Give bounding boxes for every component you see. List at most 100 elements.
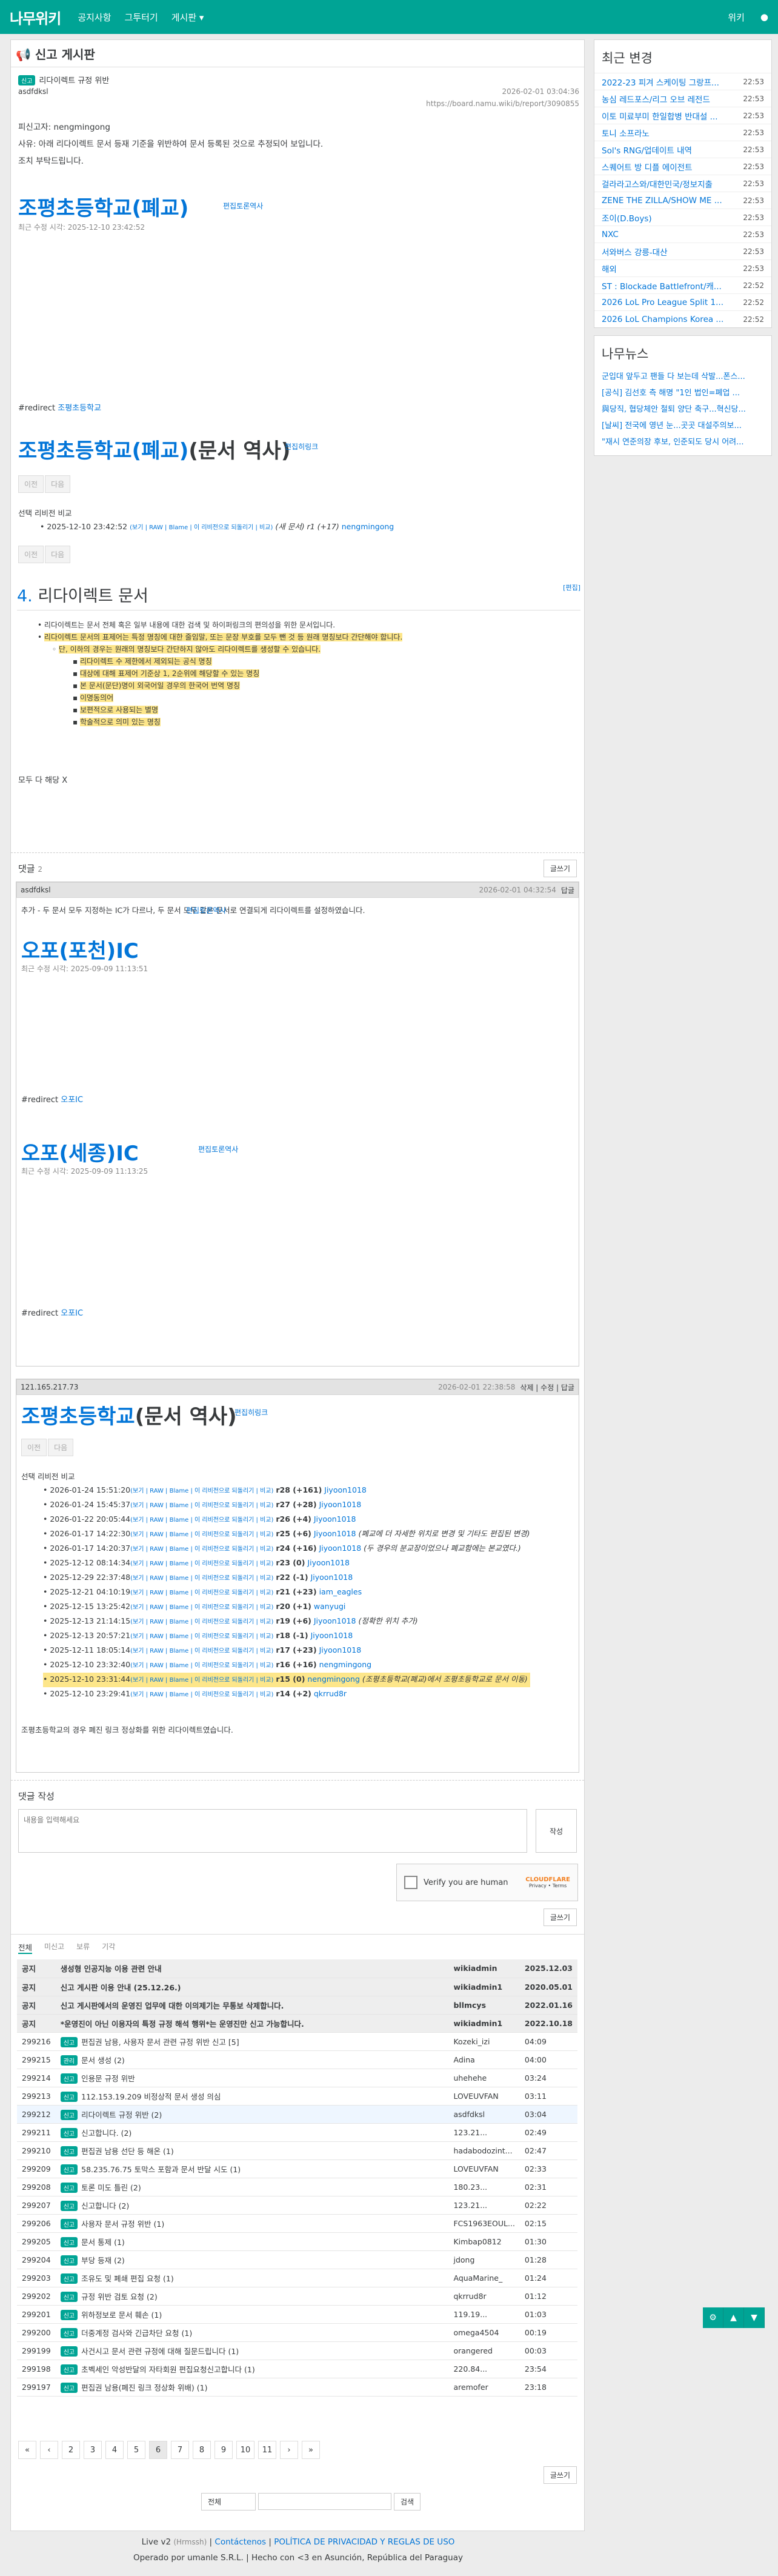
c1-doc1-title[interactable]: 오포(포천)IC [21, 934, 139, 964]
post-title[interactable]: 조유도 및 폐쇄 편집 요청 (1) [81, 2274, 174, 2283]
revision-user[interactable]: Jiyoon1018 [314, 1514, 356, 1524]
page-button[interactable]: 9 [214, 2441, 233, 2459]
page-button[interactable]: › [280, 2441, 298, 2459]
recent-change-link[interactable]: 조이(D.Boys) [602, 212, 734, 224]
user-icon[interactable]: ● [760, 12, 768, 22]
revision-user[interactable]: Jiyoon1018 [311, 1631, 353, 1640]
post-title-cell[interactable]: 신고 부당 등재 (2) [55, 2250, 449, 2269]
post-title-cell[interactable]: 신고 112.153.19.209 비정상적 문서 생성 의심 [55, 2087, 449, 2106]
post-author[interactable]: 123.21... [448, 2123, 520, 2142]
page-button[interactable]: 5 [127, 2441, 145, 2459]
post-author[interactable]: hadabodozint... [448, 2141, 520, 2160]
post-title-cell[interactable]: 신고 편집권 남용 선단 등 해온 (1) [55, 2141, 449, 2160]
table-row[interactable]: 299208 신고 토론 미도 틀린 (2) 180.23... 02:31 [17, 2178, 577, 2196]
recent-change-link[interactable]: 2026 LoL Champions Korea ... [602, 315, 734, 324]
revision-links[interactable]: (보기 | RAW | Blame | 이 리비전으로 되돌리기 | 비교) [130, 1575, 273, 1582]
post-title-cell[interactable]: 신고 조유도 및 폐쇄 편집 요청 (1) [55, 2269, 449, 2287]
page-button[interactable]: 2 [62, 2441, 80, 2459]
post-title[interactable]: 부당 등재 (2) [81, 2256, 125, 2265]
revision-user[interactable]: Jiyoon1018 [314, 1529, 356, 1538]
revision-user[interactable]: nengmingong [319, 1660, 371, 1669]
notice-title[interactable]: 신고 게시판 이용 안내 (25.12.26.) [55, 1978, 449, 1996]
table-row[interactable]: 299204 신고 부당 등재 (2) jdong 01:28 [17, 2250, 577, 2269]
table-row[interactable]: 299206 신고 사용자 문서 규정 위반 (1) FCS1963EOUL... 02… [17, 2214, 577, 2233]
revision-links[interactable]: (보기 | RAW | Blame | 이 리비전으로 되돌리기 | 비교) [130, 1502, 273, 1509]
recent-change-link[interactable]: 2022-23 피겨 스케이팅 그랑프... [602, 76, 734, 88]
table-row[interactable]: 299205 신고 문서 통제 (1) Kimbap0812 01:30 [17, 2232, 577, 2251]
post-title-cell[interactable]: 신고 58.235.76.75 토막스 포함과 문서 반달 시도 (1) [55, 2159, 449, 2178]
post-author[interactable]: qkrrud8r [448, 2287, 520, 2306]
post-title-cell[interactable]: 신고 인용문 규정 위반 [55, 2069, 449, 2087]
post-title-cell[interactable]: 신고 규정 위반 검토 요청 (2) [55, 2287, 449, 2306]
post-title-cell[interactable]: 관리 문서 생성 (2) [55, 2050, 449, 2069]
tab-all[interactable]: 전체 [18, 1941, 33, 1954]
recent-change-link[interactable]: ST : Blockade Battlefront/캐... [602, 279, 734, 292]
post-author[interactable]: Kozeki_izi [448, 2032, 520, 2051]
page-button[interactable]: ‹ [40, 2441, 58, 2459]
post-title[interactable]: 신고합니다. (2) [81, 2129, 131, 2138]
post-title[interactable]: 초벡세인 악성반달의 자타회원 편집요청신고합니다 (1) [81, 2365, 255, 2374]
post-author[interactable]: aremofer [448, 2378, 520, 2397]
revision-user[interactable]: iam_eagles [319, 1587, 362, 1596]
post-title[interactable]: 58.235.76.75 토막스 포함과 문서 반달 시도 (1) [81, 2165, 241, 2174]
revision-links[interactable]: (보기 | RAW | Blame | 이 리비전으로 되돌리기 | 비교) [130, 1691, 273, 1698]
recent-change-link[interactable]: 이토 미료부미 한일합병 반대설 ... [602, 110, 734, 122]
news-link[interactable]: [공식] 김선호 측 해명 "1인 법인=폐업 ... [602, 389, 740, 398]
post-title[interactable]: 인용문 규정 위반 [81, 2074, 135, 2083]
news-link[interactable]: "재시 연준의장 후보, 인준되도 당시 어려... [602, 438, 744, 447]
post-title[interactable]: 토론 미도 틀린 (2) [81, 2183, 141, 2192]
recent-change-link[interactable]: 2026 LoL Pro League Split 1... [602, 298, 734, 307]
search-scope-select[interactable]: 전체 [201, 2493, 256, 2511]
recent-change-link[interactable]: 걸라라고스와/대한민국/정보지출 [602, 178, 734, 190]
recent-change-link[interactable]: 서와버스 강릉-대산 [602, 246, 734, 258]
post-url[interactable]: https://board.namu.wiki/b/report/3090855 [426, 99, 579, 108]
page-button[interactable]: 7 [171, 2441, 189, 2459]
post-title[interactable]: 리다이렉트 규정 위반 (2) [81, 2110, 162, 2119]
c2-doc-edit[interactable]: 편집히링크 [234, 1407, 268, 1417]
post-author[interactable]: FCS1963EOUL... [448, 2214, 520, 2233]
post-title[interactable]: 문서 생성 (2) [81, 2056, 125, 2065]
settings-icon[interactable]: ⚙ [703, 2307, 723, 2328]
wiki-link[interactable]: 위키 [728, 11, 745, 24]
table-row[interactable]: 299212 신고 리다이렉트 규정 위반 (2) asdfdksl 03:04 [17, 2105, 577, 2124]
table-row[interactable]: 299213 신고 112.153.19.209 비정상적 문서 생성 의심 LOVE… [17, 2087, 577, 2106]
revision-user[interactable]: Jiyoon1018 [319, 1645, 362, 1654]
table-row[interactable]: 299200 신고 더중계정 검사와 긴급차단 요청 (1) omega4504 00:… [17, 2323, 577, 2342]
recent-change-link[interactable]: 토니 소프라노 [602, 127, 734, 139]
write-button-bottom[interactable]: 글쓰기 [543, 2466, 577, 2484]
post-author[interactable]: asdfdksl [18, 87, 48, 96]
post-title-cell[interactable]: 신고 사용자 문서 규정 위반 (1) [55, 2214, 449, 2233]
news-link[interactable]: [날씨] 전국에 영년 눈...곳곳 대설주의보... [602, 421, 742, 430]
post-author[interactable]: Kimbap0812 [448, 2232, 520, 2251]
post-author[interactable]: Adina [448, 2050, 520, 2069]
post-author[interactable]: 180.23... [448, 2178, 520, 2196]
revision-user[interactable]: Jiyoon1018 [319, 1544, 362, 1553]
submit-comment-button[interactable]: 작성 [536, 1809, 577, 1853]
post-author[interactable]: 220.84... [448, 2360, 520, 2378]
table-row[interactable]: 299202 신고 규정 위반 검토 요청 (2) qkrrud8r 01:12 [17, 2287, 577, 2306]
tab-rejected[interactable]: 기각 [102, 1941, 115, 1954]
scroll-up-icon[interactable]: ▲ [723, 2307, 744, 2328]
page-button[interactable]: 4 [105, 2441, 124, 2459]
page-button[interactable]: « [18, 2441, 36, 2459]
page-button[interactable]: 6 [149, 2441, 167, 2459]
post-author[interactable]: asdfdksl [448, 2105, 520, 2124]
post-title[interactable]: 더중계정 검사와 긴급차단 요청 (1) [81, 2329, 192, 2338]
search-input[interactable] [258, 2493, 391, 2510]
nav-board[interactable]: 게시판 ▾ [171, 11, 204, 24]
post-title[interactable]: 편집권 남용(폐진 링크 정상화 위배) (1) [81, 2383, 207, 2392]
revision-links[interactable]: (보기 | RAW | Blame | 이 리비전으로 되돌리기 | 비교) [130, 1531, 273, 1538]
table-row[interactable]: 299198 신고 초벡세인 악성반달의 자타회원 편집요청신고합니다 (1) 220… [17, 2360, 577, 2378]
news-link[interactable]: 與당직, 협당체안 철퇴 양단 축구...혁신당... [602, 405, 746, 414]
notice-row[interactable]: 공지 *운영진이 아닌 이용자의 특정 규정 해석 행위*는 운영진만 신고 가능… [17, 2014, 577, 2033]
post-title-cell[interactable]: 신고 더중계정 검사와 긴급차단 요청 (1) [55, 2323, 449, 2342]
notice-title[interactable]: 신고 게시판에서의 운영진 업무에 대한 이의제기는 무통보 삭제합니다. [55, 1996, 449, 2015]
post-title[interactable]: 규정 위반 검토 요청 (2) [81, 2292, 158, 2301]
revision-links[interactable]: (보기 | RAW | Blame | 이 리비전으로 되돌리기 | 비교) [130, 1561, 273, 1567]
post-author[interactable]: AquaMarine_ [448, 2269, 520, 2287]
post-title[interactable]: 위하정보로 문서 훼손 (1) [81, 2310, 162, 2320]
notice-row[interactable]: 공지 생성형 인공지능 이용 관련 안내 wikiadmin 2025.12.03 [17, 1959, 577, 1978]
table-row[interactable]: 299211 신고 신고합니다. (2) 123.21... 02:49 [17, 2123, 577, 2142]
notice-row[interactable]: 공지 신고 게시판 이용 안내 (25.12.26.) wikiadmin1 2020… [17, 1978, 577, 1996]
post-title-cell[interactable]: 신고 신고합니다 (2) [55, 2196, 449, 2215]
